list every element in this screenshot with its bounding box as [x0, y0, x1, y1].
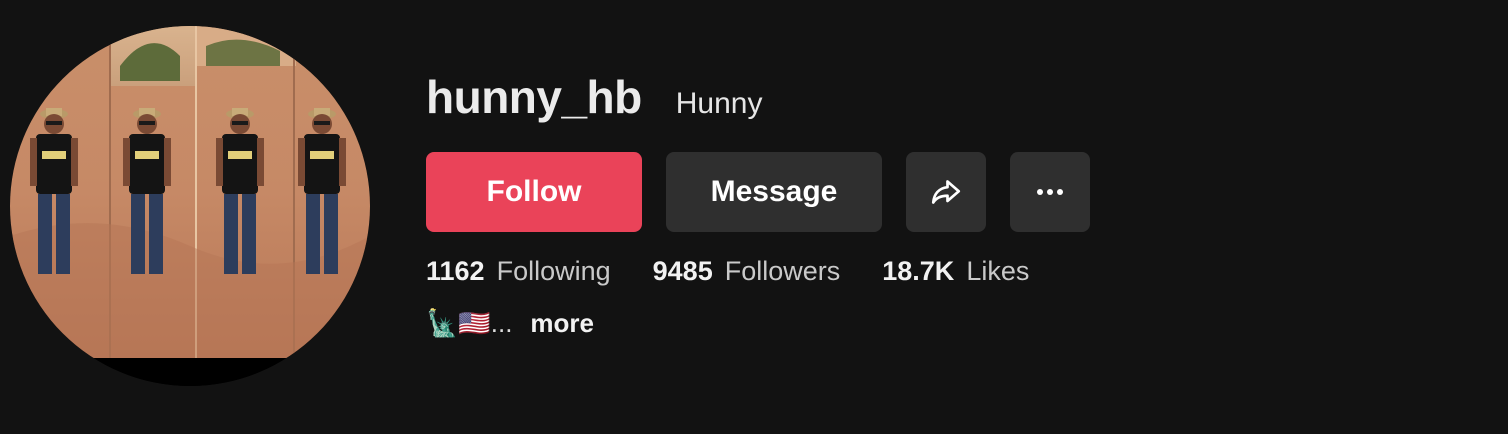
nickname: Hunny — [675, 87, 763, 120]
share-button[interactable] — [906, 152, 986, 232]
likes-label: Likes — [966, 256, 1030, 286]
name-row: hunny_hb Hunny — [426, 70, 1486, 130]
more-options-button[interactable] — [1010, 152, 1090, 232]
avatar-image — [10, 26, 370, 386]
bio-text: 🗽🇺🇸... — [426, 308, 513, 338]
stat-followers[interactable]: 9485 Followers — [653, 256, 841, 287]
avatar[interactable] — [10, 26, 370, 386]
username: hunny_hb — [426, 71, 642, 123]
bio: 🗽🇺🇸... more — [426, 308, 594, 339]
followers-count: 9485 — [652, 256, 713, 286]
stat-likes: 18.7K Likes — [882, 256, 1029, 287]
likes-count: 18.7K — [882, 256, 955, 286]
profile-info: hunny_hb Hunny Follow Message 1162 Follo… — [426, 70, 1486, 338]
more-horizontal-icon — [1037, 189, 1063, 195]
share-icon — [931, 180, 961, 204]
stat-following[interactable]: 1162 Following — [426, 256, 611, 287]
following-label: Following — [496, 256, 611, 286]
message-button[interactable]: Message — [666, 152, 882, 232]
bio-more-link[interactable]: more — [530, 308, 594, 339]
follow-button[interactable]: Follow — [426, 152, 642, 232]
following-count: 1162 — [426, 256, 485, 286]
profile-stats: 1162 Following 9485 Followers 18.7K Like… — [426, 256, 1071, 287]
followers-label: Followers — [724, 256, 841, 286]
action-buttons: Follow Message — [426, 152, 1090, 232]
